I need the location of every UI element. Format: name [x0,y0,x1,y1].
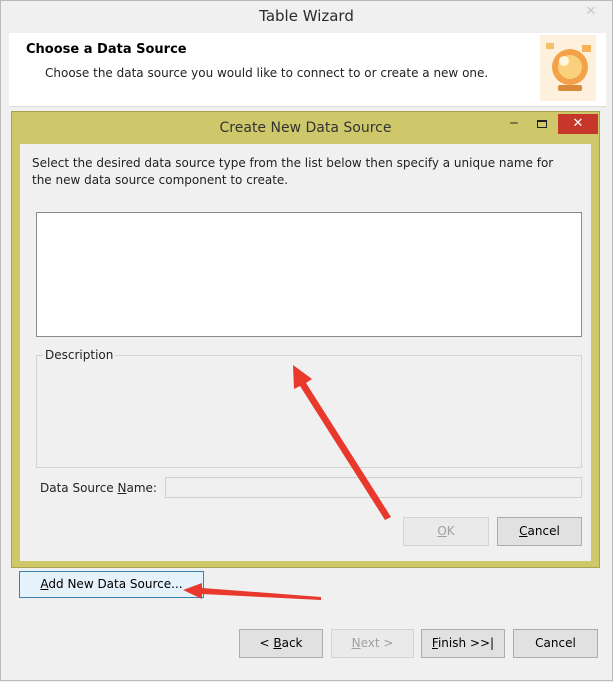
finish-button[interactable]: Finish >>| [421,629,505,658]
data-source-name-input[interactable] [165,477,582,498]
next-button[interactable]: Next > [331,629,414,658]
back-button[interactable]: < Back [239,629,323,658]
ok-button[interactable]: OK [403,517,489,546]
page-title: Choose a Data Source [26,42,187,57]
description-group: Description [36,348,582,468]
wizard-header: Choose a Data Source Choose the data sou… [9,33,606,107]
create-data-source-dialog: Create New Data Source ‒ ✕ Select the de… [11,111,600,568]
minimize-icon[interactable]: ‒ [502,116,526,134]
dialog-cancel-button[interactable]: Cancel [497,517,582,546]
window-title: Table Wizard [1,1,612,33]
window-close-icon[interactable]: ✕ [576,2,606,22]
add-new-data-source-button[interactable]: Add New Data Source... [19,571,204,598]
page-subtitle: Choose the data source you would like to… [45,66,489,80]
description-label: Description [43,348,116,362]
wizard-graphic-icon [540,35,596,101]
dialog-instructions: Select the desired data source type from… [32,156,554,187]
maximize-icon[interactable] [530,116,554,134]
dialog-close-icon[interactable]: ✕ [558,114,598,134]
table-wizard-window: Table Wizard ✕ Choose a Data Source Choo… [0,0,613,681]
dialog-body: Select the desired data source type from… [20,144,591,561]
wizard-cancel-button[interactable]: Cancel [513,629,598,658]
data-source-type-list[interactable] [36,212,582,337]
data-source-name-label: Data Source Name: [40,481,157,495]
